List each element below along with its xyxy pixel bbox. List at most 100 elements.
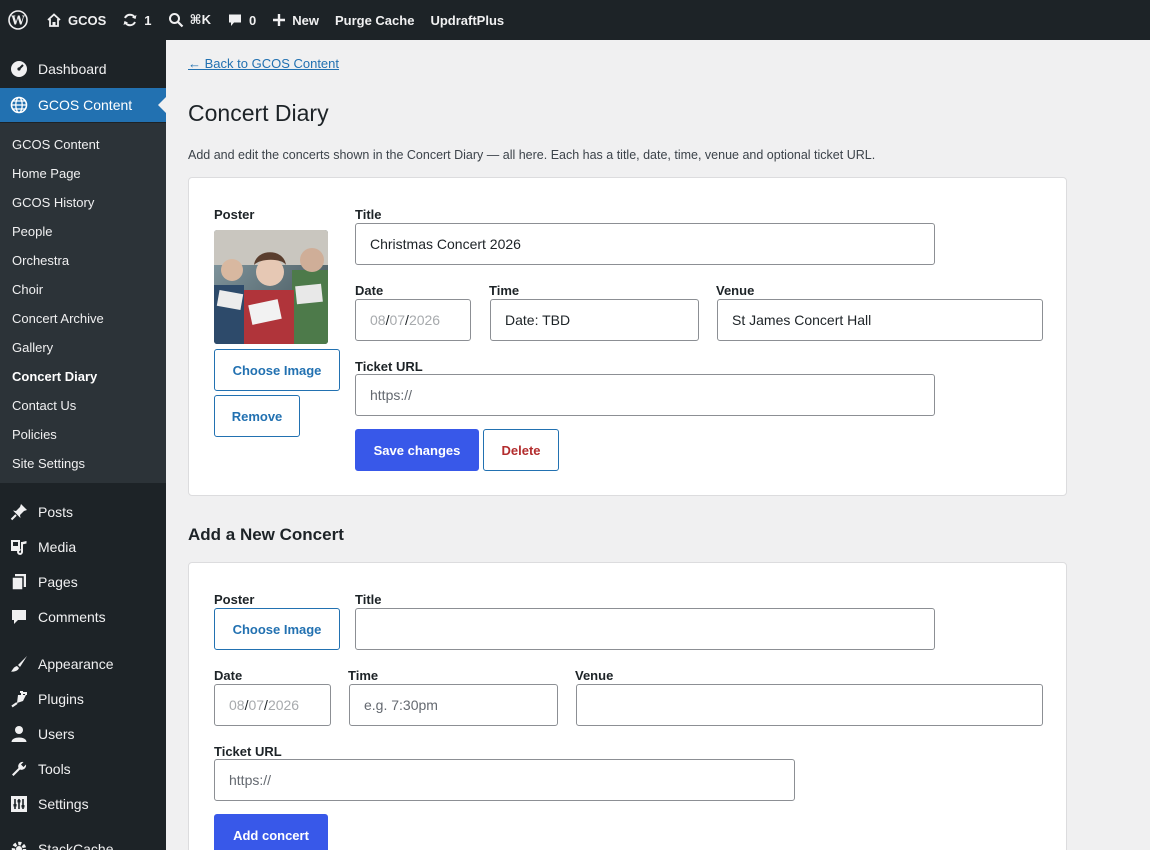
date-day: 08 [370, 312, 386, 328]
new-label: New [292, 12, 319, 28]
new-time-input[interactable]: e.g. 7:30pm [349, 684, 558, 726]
purge-cache-label: Purge Cache [334, 12, 415, 28]
venue-label: Venue [716, 283, 755, 298]
admin-sidebar: Dashboard GCOS Content GCOS Content Home… [0, 40, 166, 850]
menu-appearance[interactable]: Appearance [0, 647, 166, 681]
new-date-input[interactable]: 08/07/2026 [214, 684, 331, 726]
menu-media-label: Media [38, 539, 77, 555]
submenu-gcos-content[interactable]: GCOS Content [12, 137, 99, 152]
menu-plugins[interactable]: Plugins [0, 682, 166, 716]
menu-pages[interactable]: Pages [0, 565, 166, 599]
search-shortcut: ⌘K [189, 12, 211, 27]
submenu-contact-us[interactable]: Contact Us [12, 398, 76, 413]
wordpress-logo-button[interactable]: W [0, 0, 38, 40]
submenu-concert-archive[interactable]: Concert Archive [12, 311, 104, 326]
menu-users-label: Users [38, 726, 75, 742]
menu-posts-label: Posts [38, 504, 74, 520]
remove-image-button[interactable]: Remove [214, 395, 300, 437]
menu-posts[interactable]: Posts [0, 495, 166, 529]
back-to-gcos-content-link[interactable]: ← Back to GCOS Content [188, 56, 339, 71]
submenu-home-page[interactable]: Home Page [12, 166, 81, 181]
menu-dashboard[interactable]: Dashboard [0, 52, 166, 86]
menu-stackcache[interactable]: StackCache [0, 832, 166, 850]
purge-cache-link[interactable]: Purge Cache [327, 0, 422, 40]
choose-image-button[interactable]: Choose Image [214, 349, 340, 391]
concert-card-new: Poster Choose Image Title Date 08/07/202… [188, 562, 1067, 850]
ticket-url-input[interactable]: https:// [355, 374, 935, 416]
menu-settings-label: Settings [38, 796, 89, 812]
search-icon [168, 13, 183, 28]
pages-icon [10, 573, 28, 591]
submenu-people[interactable]: People [12, 224, 52, 239]
date-month: 07 [389, 312, 406, 328]
delete-button[interactable]: Delete [483, 429, 559, 471]
submenu-site-settings[interactable]: Site Settings [12, 456, 85, 471]
menu-gcos-content-label: GCOS Content [38, 97, 133, 113]
paintbrush-icon [10, 655, 28, 673]
comments-count: 0 [248, 12, 257, 28]
submenu-gcos-history[interactable]: GCOS History [12, 195, 94, 210]
date-label: Date [355, 283, 384, 298]
new-title-input[interactable] [355, 608, 935, 650]
new-venue-label: Venue [575, 668, 614, 683]
title-input[interactable]: Christmas Concert 2026 [355, 223, 935, 265]
media-icon [10, 538, 28, 556]
user-icon [10, 725, 28, 743]
menu-tools[interactable]: Tools [0, 752, 166, 786]
submenu-gallery[interactable]: Gallery [12, 340, 53, 355]
updraftplus-link[interactable]: UpdraftPlus [422, 0, 512, 40]
comments-link[interactable]: 0 [219, 0, 264, 40]
page-description: Add and edit the concerts shown in the C… [188, 148, 876, 162]
updraftplus-label: UpdraftPlus [430, 12, 505, 28]
new-venue-input[interactable] [576, 684, 1043, 726]
settings-icon [10, 795, 28, 813]
new-date-label: Date [214, 668, 243, 683]
gcos-submenu: GCOS Content Home Page GCOS History Peop… [0, 123, 166, 483]
date-input[interactable]: 08/07/2026 [355, 299, 471, 341]
menu-stackcache-label: StackCache [38, 841, 114, 850]
submenu-policies[interactable]: Policies [12, 427, 57, 442]
save-changes-button[interactable]: Save changes [355, 429, 479, 471]
svg-text:W: W [10, 14, 25, 28]
menu-users[interactable]: Users [0, 717, 166, 751]
venue-input[interactable]: St James Concert Hall [717, 299, 1043, 341]
add-new-concert-heading: Add a New Concert [188, 525, 344, 544]
menu-settings[interactable]: Settings [0, 787, 166, 821]
updates-link[interactable]: 1 [114, 0, 159, 40]
submenu-choir[interactable]: Choir [12, 282, 43, 297]
new-ticket-url-input[interactable]: https:// [214, 759, 795, 801]
date-year: 2026 [408, 312, 441, 328]
ticket-url-label: Ticket URL [355, 359, 423, 374]
menu-media[interactable]: Media [0, 530, 166, 564]
new-content-link[interactable]: New [264, 0, 327, 40]
menu-comments-label: Comments [38, 609, 106, 625]
title-label: Title [355, 207, 382, 222]
time-label: Time [489, 283, 520, 298]
gear-icon [10, 840, 28, 850]
comment-icon [228, 14, 241, 26]
dashboard-icon [10, 60, 28, 78]
add-concert-button[interactable]: Add concert [214, 814, 328, 850]
comments-icon [10, 608, 28, 626]
pin-icon [10, 503, 28, 521]
menu-comments[interactable]: Comments [0, 600, 166, 634]
new-choose-image-button[interactable]: Choose Image [214, 608, 340, 650]
menu-dashboard-label: Dashboard [38, 61, 107, 77]
main-content: ← Back to GCOS Content Concert Diary Add… [166, 40, 1150, 850]
submenu-orchestra[interactable]: Orchestra [12, 253, 69, 268]
new-date-year: 2026 [267, 697, 300, 713]
site-name-link[interactable]: GCOS [38, 0, 114, 40]
new-poster-label: Poster [214, 592, 255, 607]
plugin-icon [10, 690, 28, 708]
time-input[interactable]: Date: TBD [490, 299, 699, 341]
site-name: GCOS [68, 12, 107, 28]
home-icon [47, 13, 61, 27]
wrench-icon [10, 760, 28, 778]
menu-appearance-label: Appearance [38, 656, 114, 672]
globe-icon [10, 96, 28, 114]
command-search-button[interactable]: ⌘K [160, 0, 219, 40]
poster-label: Poster [214, 207, 255, 222]
menu-gcos-content[interactable]: GCOS Content [0, 88, 166, 122]
submenu-concert-diary[interactable]: Concert Diary [12, 369, 97, 384]
menu-plugins-label: Plugins [38, 691, 84, 707]
